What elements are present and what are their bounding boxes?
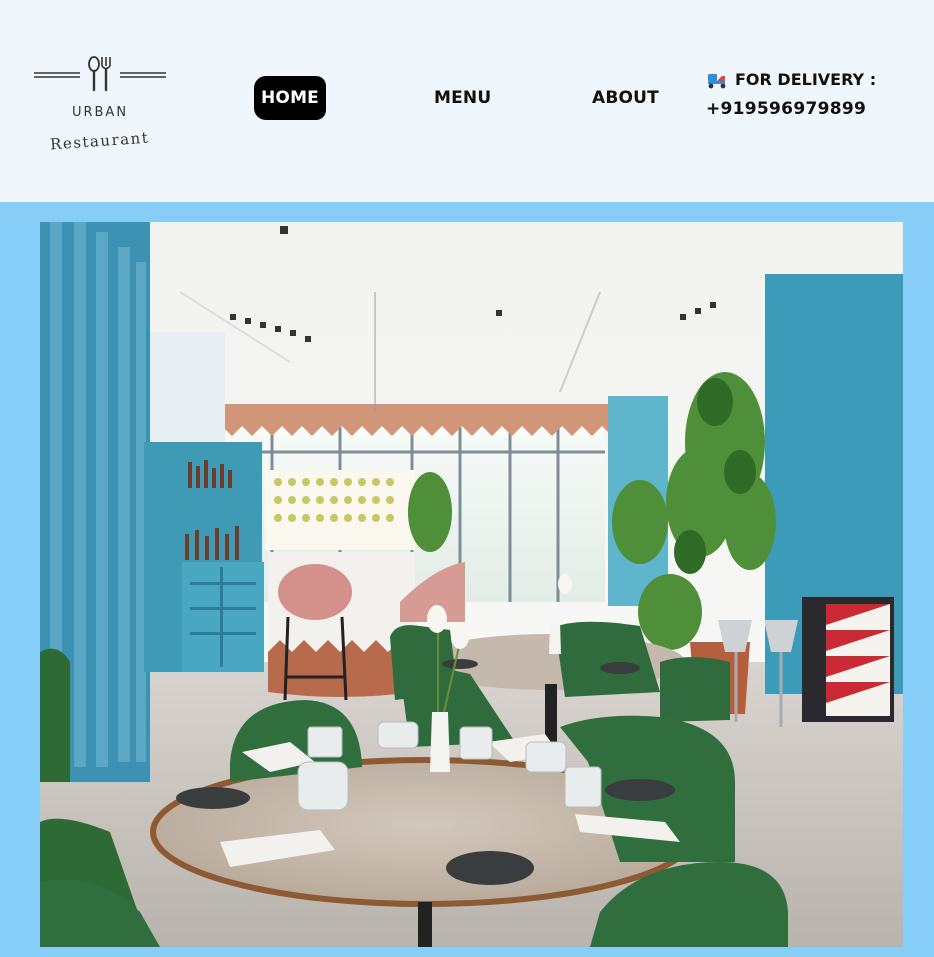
- logo-brand-top: URBAN: [72, 105, 128, 120]
- nav-menu-link[interactable]: MENU: [434, 88, 491, 108]
- fork-spoon-logo-icon: URBAN Restaurant: [34, 56, 166, 154]
- nav-about-link[interactable]: ABOUT: [592, 88, 659, 108]
- delivery-scooter-icon: [708, 73, 726, 88]
- delivery-label: FOR DELIVERY :: [735, 70, 877, 89]
- site-header: URBAN Restaurant HOME MENU ABOUT FOR DEL…: [0, 0, 934, 202]
- delivery-info: FOR DELIVERY : +919596979899: [706, 70, 906, 119]
- restaurant-interior-photo: [40, 222, 903, 947]
- delivery-phone[interactable]: +919596979899: [706, 99, 906, 119]
- nav-home-link[interactable]: HOME: [254, 76, 326, 120]
- restaurant-logo[interactable]: URBAN Restaurant: [30, 52, 172, 162]
- logo-brand-bottom: Restaurant: [49, 129, 149, 154]
